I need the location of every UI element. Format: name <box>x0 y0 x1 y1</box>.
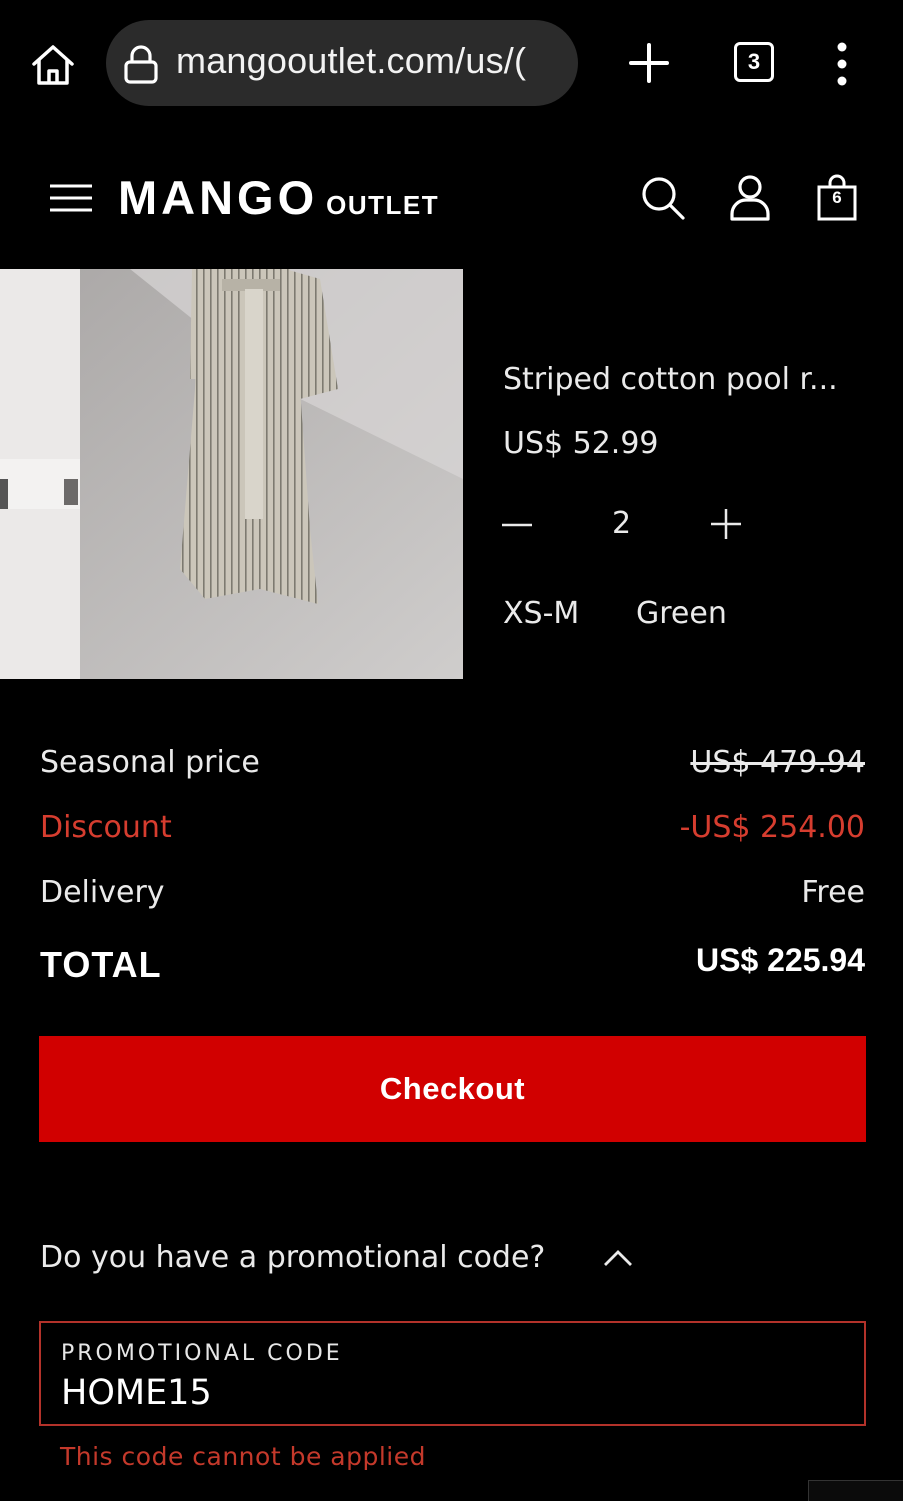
product-size: XS-M <box>503 596 580 631</box>
product-name[interactable]: Striped cotton pool r... <box>503 362 838 397</box>
promo-error-message: This code cannot be applied <box>60 1442 426 1471</box>
address-bar[interactable]: mangooutlet.com/us/( <box>106 20 578 106</box>
new-tab-icon[interactable] <box>626 40 672 86</box>
url-text: mangooutlet.com/us/( <box>176 40 527 81</box>
logo-main: MANGO <box>118 171 319 224</box>
total-value: US$ 225.94 <box>695 942 865 978</box>
chevron-up-icon[interactable] <box>602 1246 634 1270</box>
promo-code-field[interactable]: PROMOTIONAL CODE <box>39 1321 866 1426</box>
mango-outlet-logo[interactable]: MANGO OUTLET <box>118 170 439 225</box>
account-icon[interactable] <box>728 174 772 222</box>
quantity-value: 2 <box>612 506 632 541</box>
lock-icon <box>122 44 160 84</box>
discount-value: -US$ 254.00 <box>679 810 865 845</box>
product-color: Green <box>636 596 727 631</box>
product-price: US$ 52.99 <box>503 426 659 461</box>
delivery-value: Free <box>801 875 865 910</box>
increase-quantity-icon[interactable] <box>708 506 744 542</box>
total-label: TOTAL <box>40 944 162 985</box>
delivery-label: Delivery <box>40 875 165 910</box>
home-icon[interactable] <box>28 40 78 90</box>
decrease-quantity-icon[interactable] <box>501 510 533 540</box>
more-options-icon[interactable] <box>830 40 854 88</box>
seasonal-price-label: Seasonal price <box>40 745 260 780</box>
promo-code-input[interactable] <box>61 1373 821 1413</box>
promo-code-toggle[interactable]: Do you have a promotional code? <box>40 1240 545 1275</box>
checkout-button[interactable]: Checkout <box>39 1036 866 1142</box>
scroll-indicator <box>808 1480 903 1501</box>
logo-sub: OUTLET <box>326 190 440 220</box>
tab-count-button[interactable]: 3 <box>734 42 774 82</box>
search-icon[interactable] <box>640 175 686 221</box>
seasonal-price-value: US$ 479.94 <box>690 745 865 780</box>
bag-count-badge: 6 <box>832 188 842 207</box>
hamburger-menu-icon[interactable] <box>48 182 94 214</box>
promo-code-label: PROMOTIONAL CODE <box>61 1341 343 1366</box>
discount-label: Discount <box>40 810 172 845</box>
product-image[interactable] <box>0 269 463 679</box>
